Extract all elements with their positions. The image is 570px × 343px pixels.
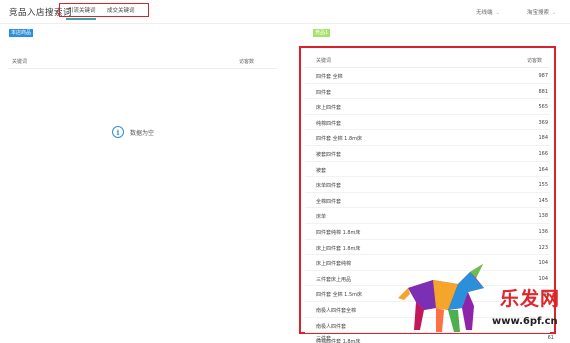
row-keyword: 床单四件套 [316,183,342,190]
chevron-down-icon: ⌄ [552,10,557,16]
row-visitors: 565 [538,104,548,111]
row-keyword: 四件套 全棉 1.8m床 [316,136,363,143]
row-visitors: 184 [538,135,548,142]
watermark-text: 乐发网 [500,288,561,310]
row-keyword: 四件套纯棉 1.8m床 [316,229,361,236]
device-dropdown[interactable]: 无线端 ⌄ [476,8,500,16]
table-row: 四件套 全棉 1.8m床 184 [305,130,550,146]
watermark-url: www.6pf.cn [492,316,558,327]
table-header-divider [8,68,278,69]
table-row: 四件套 881 [305,84,550,100]
keyword-column-header: 关键词 [12,59,28,65]
row-visitors: 155 [538,182,548,189]
row-visitors: 987 [538,73,548,79]
row-keyword: 四件套 [316,89,332,96]
active-tab-indicator [66,18,96,20]
table-row: 床上四件套 565 [305,99,550,115]
own-shop-tag: 本店商品 [9,29,34,37]
row-visitors: 136 [538,228,548,235]
row-visitors: 138 [538,213,548,220]
keyword-tabs: 引流关键词 成交关键词 [59,3,149,17]
bull-logo-icon [398,264,484,332]
row-keyword: 被套四件套 [316,151,342,158]
row-visitors: 123 [538,244,548,251]
table-row: 被套 164 [305,162,550,178]
tab-traffic-keywords[interactable]: 引流关键词 [68,6,96,14]
table-row: 全棉四件套 145 [305,193,550,209]
row-keyword: 纯棉四件套 [316,120,342,127]
visitors-column-header: 访客数 [527,58,543,64]
row-keyword: 三件套床上用品 [316,276,352,283]
row-keyword: 三件套 [316,336,332,342]
row-visitors: 881 [538,88,548,95]
device-dropdown-value: 无线端 [476,10,493,16]
row-keyword: 床上四件套 1.8m床 [316,245,361,252]
table-row: 床单 138 [305,208,550,224]
watermark: 乐发网 www.6pf.cn [388,258,568,340]
source-dropdown-value: 淘宝搜索 [527,10,550,16]
row-visitors: 164 [538,166,548,173]
table-row: 床单四件套 155 [305,177,550,193]
row-keyword: 床上四件套纯棉 [316,261,352,268]
table-row: 纯棉四件套 369 [305,115,550,131]
competitor-tag: 竞品1 [313,29,331,37]
row-visitors: 145 [538,197,548,204]
source-dropdown[interactable]: 淘宝搜索 ⌄ [527,8,556,16]
table-row: 四件套纯棉 1.8m床 136 [305,224,550,240]
row-keyword: 床单 [316,214,327,221]
tab-deal-keywords[interactable]: 成交关键词 [107,6,135,14]
header-divider [0,23,570,24]
table-row: 被套四件套 166 [305,146,550,162]
row-keyword: 南极人四件套全棉 [316,307,357,314]
empty-state: i 数据为空 [112,126,154,138]
chevron-down-icon: ⌄ [495,10,500,16]
row-keyword: 南极人四件套 [316,323,347,330]
row-keyword: 被套 [316,167,327,174]
row-visitors: 166 [538,150,548,157]
row-keyword: 四件套 全棉 [316,74,343,80]
row-keyword: 四件套 全棉 1.5m床 [316,292,363,299]
keyword-column-header: 关键词 [316,58,332,64]
table-row: 床上四件套 1.8m床 123 [305,240,550,256]
own-shop-panel: 本店商品 关键词 访客数 i 数据为空 [0,26,290,343]
row-keyword: 床上四件套 [316,105,342,112]
row-keyword: 全棉四件套 [316,198,342,205]
visitors-column-header: 访客数 [239,59,255,65]
page-header: 竞品入店搜索词 引流关键词 成交关键词 无线端 ⌄ 淘宝搜索 ⌄ [0,0,570,24]
row-visitors: 369 [538,119,548,126]
empty-state-text: 数据为空 [130,129,155,137]
info-icon: i [112,126,124,138]
table-row: 四件套 全棉 987 [305,68,550,84]
